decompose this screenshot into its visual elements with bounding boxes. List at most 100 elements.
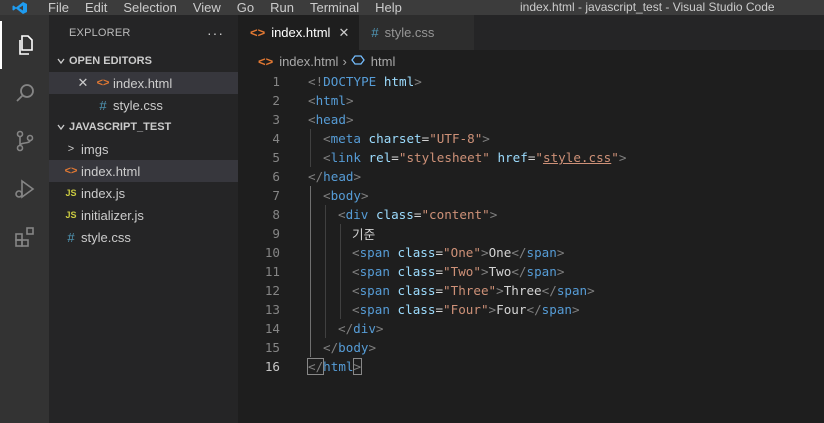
html-file-icon: <> [64,165,78,177]
open-editor-style-css[interactable]: # style.css [49,94,238,116]
indent-guide [310,129,311,148]
tree-file-index-html[interactable]: <> index.html [49,160,238,182]
project-section[interactable]: JAVASCRIPT_TEST [49,116,238,138]
vscode-logo-icon [0,0,40,15]
code-line: 15 </body> [238,338,824,357]
tree-file-style-css[interactable]: # style.css [49,226,238,248]
tree-folder-imgs[interactable]: > imgs [49,138,238,160]
editor-area: <> index.html ✕ # style.css <> index.htm… [238,15,824,423]
source-control-icon[interactable] [0,117,49,165]
css-file-icon: # [99,97,107,113]
line-number: 9 [272,226,280,241]
explorer-sidebar: EXPLORER ··· OPEN EDITORS ✕ <> index.htm… [49,15,238,423]
menu-selection[interactable]: Selection [115,0,184,15]
open-editor-index-html[interactable]: ✕ <> index.html [49,72,238,94]
indent-guide [310,224,311,243]
menu-edit[interactable]: Edit [77,0,115,15]
html-file-icon: <> [96,77,110,89]
code-line: 4 <meta charset="UTF-8"> [238,129,824,148]
line-number: 2 [272,93,280,108]
line-number: 8 [272,207,280,222]
indent-guide [325,205,326,224]
more-actions-icon[interactable]: ··· [207,25,224,41]
explorer-icon[interactable] [0,21,49,69]
open-editors-title: OPEN EDITORS [69,55,152,67]
line-number: 12 [264,283,280,298]
breadcrumb-file[interactable]: index.html [279,54,338,69]
tree-item-label: style.css [81,229,131,245]
code-line: 5 <link rel="stylesheet" href="style.css… [238,148,824,167]
menu-help[interactable]: Help [367,0,410,15]
code-line: 9 기준 [238,224,824,243]
indent-guide [310,281,311,300]
code-line: 3 <head> [238,110,824,129]
line-number: 7 [272,188,280,203]
menu-file[interactable]: File [40,0,77,15]
title-bar: File Edit Selection View Go Run Terminal… [0,0,824,15]
tree-file-index-js[interactable]: JS index.js [49,182,238,204]
activity-bar [0,15,49,423]
html-file-icon: <> [258,53,274,69]
code-line: 6 </head> [238,167,824,186]
indent-guide [340,262,341,281]
bracket-match: </ [306,358,325,375]
symbol-element-icon [350,53,365,70]
breadcrumb-symbol[interactable]: html [371,54,396,69]
code-line: 11 <span class="Two">Two</span> [238,262,824,281]
breadcrumb: <> index.html › html [238,50,824,72]
indent-guide [310,243,311,262]
indent-guide [310,338,311,357]
line-number: 16 [264,359,280,374]
line-number: 10 [264,245,280,260]
line-number: 3 [272,112,280,127]
menu-go[interactable]: Go [229,0,262,15]
code-line: 10 <span class="One">One</span> [238,243,824,262]
open-editor-label: index.html [113,75,173,91]
tree-item-label: imgs [81,141,109,157]
chevron-down-icon [53,56,69,66]
line-number: 5 [272,150,280,165]
tab-index-html[interactable]: <> index.html ✕ [238,15,360,50]
run-debug-icon[interactable] [0,165,49,213]
indent-guide [325,262,326,281]
indent-guide [340,243,341,262]
tab-label: style.css [384,25,435,40]
code-line: 14 </div> [238,319,824,338]
code-line: 12 <span class="Three">Three</span> [238,281,824,300]
indent-guide [310,148,311,167]
project-title: JAVASCRIPT_TEST [69,121,172,133]
line-number: 13 [264,302,280,317]
search-icon[interactable] [0,69,49,117]
tab-style-css[interactable]: # style.css [359,15,475,50]
js-file-icon: JS [65,210,77,220]
indent-guide [310,262,311,281]
code-line-current: 16 </html> [238,357,824,376]
indent-guide [325,243,326,262]
close-icon[interactable]: ✕ [338,25,349,41]
indent-guide [310,205,311,224]
tree-item-label: index.js [81,185,126,201]
open-editors-section[interactable]: OPEN EDITORS [49,50,238,72]
line-number: 4 [272,131,280,146]
html-file-icon: <> [250,25,266,40]
indent-guide [325,319,326,338]
code-editor[interactable]: 1 <!DOCTYPE html> 2 <html> 3 <head> 4 <m… [238,72,824,376]
explorer-header: EXPLORER ··· [49,15,238,50]
tree-file-initializer-js[interactable]: JS initializer.js [49,204,238,226]
close-icon[interactable]: ✕ [75,75,91,91]
menu-view[interactable]: View [185,0,229,15]
indent-guide [325,224,326,243]
indent-guide [340,281,341,300]
line-number: 11 [264,264,280,279]
css-file-icon: # [67,229,75,245]
bracket-match: > [352,358,363,375]
window-title: index.html - javascript_test - Visual St… [520,0,775,14]
tree-item-label: initializer.js [81,207,144,223]
extensions-icon[interactable] [0,213,49,261]
breadcrumb-separator: › [342,53,347,69]
menu-run[interactable]: Run [262,0,302,15]
code-line: 1 <!DOCTYPE html> [238,72,824,91]
menu-terminal[interactable]: Terminal [302,0,367,15]
explorer-title: EXPLORER [69,26,131,39]
css-file-icon: # [371,25,379,40]
